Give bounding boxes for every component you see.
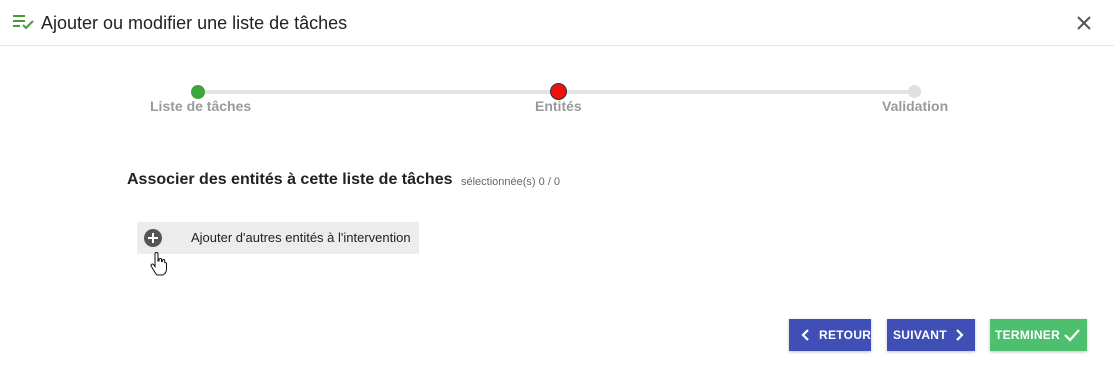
next-button-label: SUIVANT: [893, 328, 947, 342]
selection-count: sélectionnée(s) 0 / 0: [461, 176, 561, 188]
back-button-label: RETOUR: [819, 328, 872, 342]
check-icon: [1064, 329, 1080, 342]
add-entities-button[interactable]: Ajouter d'autres entités à l'interventio…: [137, 222, 419, 254]
dialog-title: Ajouter ou modifier une liste de tâches: [41, 13, 348, 33]
step-label-task-list[interactable]: Liste de tâches: [150, 98, 251, 114]
task-list-dialog: Ajouter ou modifier une liste de tâches …: [0, 0, 1114, 367]
step-label-entities[interactable]: Entités: [535, 98, 582, 114]
chevron-left-icon: [801, 329, 809, 341]
add-entities-label: Ajouter d'autres entités à l'interventio…: [191, 230, 411, 245]
step-dot-done[interactable]: [191, 85, 205, 99]
back-button[interactable]: RETOUR: [789, 319, 871, 351]
plus-circle-icon: [144, 229, 162, 247]
finish-button-label: TERMINER: [995, 328, 1061, 342]
dialog-header: Ajouter ou modifier une liste de tâches: [0, 0, 1114, 46]
section-title: Associer des entités à cette liste de tâ…: [127, 171, 453, 188]
step-label-validation[interactable]: Validation: [882, 98, 948, 114]
hand-pointer-icon: [150, 252, 167, 276]
step-dot-todo[interactable]: [908, 85, 921, 98]
chevron-right-icon: [956, 329, 964, 341]
playlist-check-icon: [13, 15, 34, 30]
next-button[interactable]: SUIVANT: [887, 319, 975, 351]
close-icon[interactable]: [1071, 10, 1097, 36]
finish-button[interactable]: TERMINER: [990, 319, 1087, 351]
